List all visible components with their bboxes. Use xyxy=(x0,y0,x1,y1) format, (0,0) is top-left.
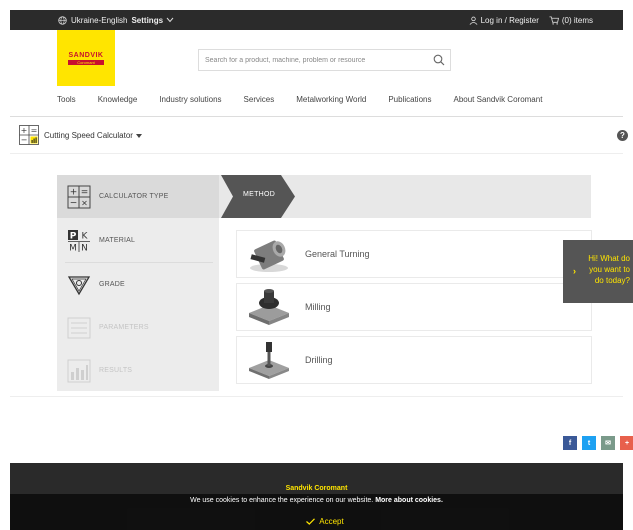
settings-dropdown[interactable]: Settings xyxy=(131,16,174,25)
nav-item-publications[interactable]: Publications xyxy=(388,95,431,104)
svg-text:−: − xyxy=(21,136,28,145)
steps-panel: + = − × CALCULATOR TYPE P K M N MATERIAL… xyxy=(57,175,219,391)
svg-text:+: + xyxy=(21,126,28,135)
results-chart-icon xyxy=(67,359,91,382)
cookie-accept-button[interactable]: Accept xyxy=(300,514,350,528)
region-label: Ukraine-English xyxy=(71,15,128,25)
footer-brand: Sandvik Coromant xyxy=(285,485,348,492)
nav-item-services[interactable]: Services xyxy=(244,95,275,104)
nav-item-tools[interactable]: Tools xyxy=(57,95,76,104)
chevron-down-icon xyxy=(166,17,174,23)
nav-item-industry-solutions[interactable]: Industry solutions xyxy=(159,95,221,104)
cookie-more-link[interactable]: More about cookies. xyxy=(375,497,443,504)
help-button[interactable]: ? xyxy=(617,130,628,141)
search-button[interactable] xyxy=(428,50,450,70)
facebook-icon: f xyxy=(568,439,572,447)
grade-insert-icon xyxy=(67,275,91,295)
login-link[interactable]: Log in / Register xyxy=(469,16,539,25)
cart-icon xyxy=(549,15,559,25)
chat-prompt: Hi! What do you want to do today? xyxy=(588,254,630,285)
svg-text:−: − xyxy=(70,198,78,208)
chat-widget[interactable]: › Hi! What do you want to do today? xyxy=(563,240,633,303)
chevron-right-icon: › xyxy=(573,266,576,276)
option-drilling[interactable]: Drilling xyxy=(236,336,592,384)
logo-subbar: Coromant xyxy=(68,59,104,65)
svg-text:K: K xyxy=(82,231,89,241)
pkmn-material-icon: P K M N xyxy=(68,229,90,253)
option-label: General Turning xyxy=(305,249,370,259)
step-label: PARAMETERS xyxy=(99,324,149,331)
svg-text:×: × xyxy=(81,198,88,207)
svg-text:=: = xyxy=(31,126,38,135)
globe-icon xyxy=(58,15,67,25)
svg-text:M: M xyxy=(69,243,77,253)
step-grade[interactable]: GRADE xyxy=(57,263,219,306)
sandvik-logo[interactable]: SANDVIK Coromant xyxy=(57,30,115,86)
search-box xyxy=(198,49,451,71)
milling-icon xyxy=(249,289,289,325)
region-selector[interactable]: Ukraine-English xyxy=(58,16,127,25)
step-material[interactable]: P K M N MATERIAL xyxy=(57,219,219,262)
option-milling[interactable]: Milling xyxy=(236,283,592,331)
step-results: RESULTS xyxy=(57,349,219,392)
settings-label: Settings xyxy=(131,15,164,25)
step-label: GRADE xyxy=(99,281,125,288)
share-twitter-button[interactable]: t xyxy=(582,436,596,450)
step-label: CALCULATOR TYPE xyxy=(99,193,169,200)
share-email-button[interactable]: ✉ xyxy=(601,436,615,450)
cookie-message-row: We use cookies to enhance the experience… xyxy=(10,497,623,504)
search-icon xyxy=(433,54,445,66)
checkmark-icon xyxy=(306,517,316,525)
parameters-icon xyxy=(67,317,91,338)
svg-text:+: + xyxy=(70,187,78,197)
turning-icon xyxy=(250,240,288,272)
tool-divider xyxy=(10,153,623,154)
cart-label: (0) items xyxy=(561,15,593,25)
nav-item-metalworking-world[interactable]: Metalworking World xyxy=(296,95,366,104)
option-label: Drilling xyxy=(305,355,333,365)
content-divider xyxy=(10,396,623,397)
drilling-icon xyxy=(249,342,289,379)
main-navigation: Tools Knowledge Industry solutions Servi… xyxy=(57,95,542,104)
cookie-message: We use cookies to enhance the experience… xyxy=(190,497,374,504)
search-input[interactable] xyxy=(199,56,428,64)
svg-text:P: P xyxy=(70,231,77,241)
option-general-turning[interactable]: General Turning xyxy=(236,230,592,278)
step-calculator-type[interactable]: + = − × CALCULATOR TYPE xyxy=(57,175,219,218)
nav-item-knowledge[interactable]: Knowledge xyxy=(98,95,138,104)
svg-text:=: = xyxy=(81,187,89,197)
step-parameters: PARAMETERS xyxy=(57,306,219,349)
step-label: RESULTS xyxy=(99,367,133,374)
calculator-selector[interactable]: Cutting Speed Calculator xyxy=(44,131,142,140)
plus-share-icon: + xyxy=(624,439,630,447)
header-divider xyxy=(10,116,623,117)
cart-link[interactable]: (0) items xyxy=(549,16,593,25)
method-label: METHOD xyxy=(243,191,276,198)
step-label: MATERIAL xyxy=(99,237,136,244)
calculator-title: Cutting Speed Calculator xyxy=(44,131,133,140)
calculator-icon: + = − × xyxy=(67,185,91,208)
top-bar: Ukraine-English Settings Log in / Regist… xyxy=(10,10,623,30)
login-label: Log in / Register xyxy=(480,15,539,25)
nav-item-about[interactable]: About Sandvik Coromant xyxy=(453,95,542,104)
share-more-button[interactable]: + xyxy=(620,436,633,450)
calculator-icon: + = − xyxy=(19,125,39,145)
accept-label: Accept xyxy=(319,516,344,526)
user-icon xyxy=(469,16,478,25)
email-icon: ✉ xyxy=(605,440,611,447)
caret-down-icon xyxy=(135,133,142,138)
option-label: Milling xyxy=(305,302,331,312)
logo-wordmark: SANDVIK xyxy=(68,51,104,59)
twitter-icon: t xyxy=(587,439,591,447)
svg-text:N: N xyxy=(81,243,88,253)
share-facebook-button[interactable]: f xyxy=(563,436,577,450)
